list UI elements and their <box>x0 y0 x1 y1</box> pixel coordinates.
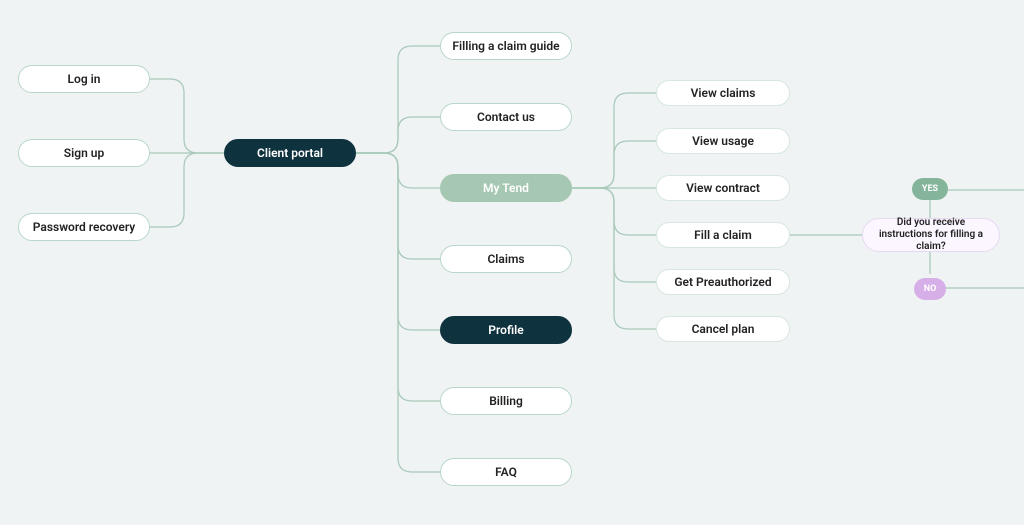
node-label: FAQ <box>495 465 517 479</box>
node-contact-us[interactable]: Contact us <box>440 103 572 131</box>
node-fill-claim[interactable]: Fill a claim <box>656 222 790 248</box>
node-label: Sign up <box>64 146 104 160</box>
node-cancel-plan[interactable]: Cancel plan <box>656 316 790 342</box>
node-faq[interactable]: FAQ <box>440 458 572 486</box>
decision-label: Did you receive instructions for filling… <box>873 217 989 253</box>
node-label: Claims <box>487 252 524 266</box>
node-label: Cancel plan <box>692 322 755 336</box>
node-label: Filling a claim guide <box>452 39 559 53</box>
decision-yes[interactable]: YES <box>912 178 948 200</box>
decision-no[interactable]: NO <box>914 278 946 300</box>
node-view-contract[interactable]: View contract <box>656 175 790 201</box>
node-label: Password recovery <box>33 220 135 234</box>
node-label: Log in <box>68 72 101 86</box>
decision-instructions[interactable]: Did you receive instructions for filling… <box>862 218 1000 252</box>
node-label: View usage <box>692 134 754 148</box>
decision-yes-label: YES <box>922 184 938 194</box>
node-label: Profile <box>488 323 523 337</box>
node-signup[interactable]: Sign up <box>18 139 150 167</box>
node-view-usage[interactable]: View usage <box>656 128 790 154</box>
node-my-tend[interactable]: My Tend <box>440 174 572 202</box>
node-client-portal[interactable]: Client portal <box>224 139 356 167</box>
node-label: Billing <box>489 394 523 408</box>
node-get-preauthorized[interactable]: Get Preauthorized <box>656 269 790 295</box>
node-label: My Tend <box>483 181 529 195</box>
node-billing[interactable]: Billing <box>440 387 572 415</box>
node-profile[interactable]: Profile <box>440 316 572 344</box>
node-label: Fill a claim <box>694 228 752 242</box>
node-view-claims[interactable]: View claims <box>656 80 790 106</box>
node-label: View contract <box>686 181 760 195</box>
node-claim-guide[interactable]: Filling a claim guide <box>440 32 572 60</box>
node-claims[interactable]: Claims <box>440 245 572 273</box>
node-label: Get Preauthorized <box>674 275 771 289</box>
decision-no-label: NO <box>924 284 937 294</box>
node-label: View claims <box>691 86 756 100</box>
node-label: Contact us <box>477 110 535 124</box>
node-password-recovery[interactable]: Password recovery <box>18 213 150 241</box>
node-login[interactable]: Log in <box>18 65 150 93</box>
node-label: Client portal <box>257 146 323 160</box>
